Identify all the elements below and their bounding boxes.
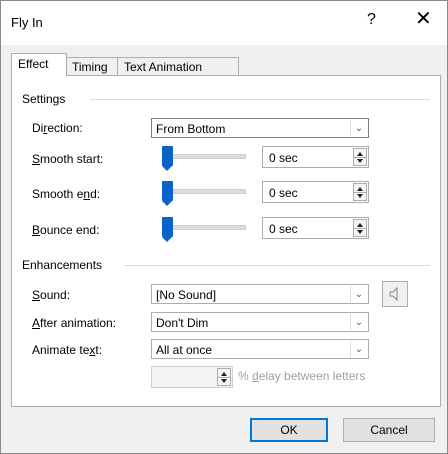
smooth-start-slider-thumb[interactable] <box>162 146 173 171</box>
after-animation-value: Don't Dim <box>156 316 209 330</box>
sound-dropdown[interactable]: [No Sound] ⌄ <box>151 284 369 304</box>
animate-text-dropdown[interactable]: All at once ⌄ <box>151 339 369 359</box>
letter-delay-label: % delay between letters <box>238 369 366 383</box>
smooth-start-label: Smooth start: <box>32 152 104 166</box>
tab-timing[interactable]: Timing <box>65 57 119 76</box>
after-animation-dropdown[interactable]: Don't Dim ⌄ <box>151 312 369 332</box>
animate-text-value: All at once <box>156 343 213 357</box>
smooth-end-slider-thumb[interactable] <box>162 181 173 206</box>
chevron-down-icon: ⌄ <box>350 286 367 302</box>
title-bar: Fly In ? ✕ <box>1 1 447 45</box>
help-button[interactable]: ? <box>367 11 376 29</box>
close-button[interactable]: ✕ <box>415 9 432 29</box>
direction-value: From Bottom <box>156 122 226 136</box>
cancel-button[interactable]: Cancel <box>343 418 435 442</box>
spinner-buttons[interactable] <box>217 368 231 386</box>
smooth-start-value: 0 sec <box>269 151 298 165</box>
sound-value: [No Sound] <box>156 288 217 302</box>
spinner-buttons[interactable] <box>353 148 367 166</box>
enhancements-group-label: Enhancements <box>22 258 107 272</box>
smooth-end-spinner[interactable]: 0 sec <box>262 181 369 203</box>
direction-label: Direction: <box>32 121 83 135</box>
ok-button[interactable]: OK <box>250 418 328 442</box>
after-animation-label: After animation: <box>32 316 117 330</box>
dialog-window: Fly In ? ✕ Effect Timing Text Animation … <box>0 0 448 454</box>
effect-panel: Settings Direction: From Bottom ⌄ Smooth… <box>11 75 441 407</box>
animate-text-label: Animate text: <box>32 343 103 357</box>
spinner-buttons[interactable] <box>353 219 367 237</box>
chevron-down-icon: ⌄ <box>350 120 367 136</box>
bounce-end-spinner[interactable]: 0 sec <box>262 217 369 239</box>
bounce-end-label: Bounce end: <box>32 223 100 237</box>
tab-effect[interactable]: Effect <box>11 53 67 76</box>
window-title: Fly In <box>11 15 43 30</box>
speaker-icon[interactable] <box>382 281 408 307</box>
tab-text-animation[interactable]: Text Animation <box>117 57 239 76</box>
smooth-start-spinner[interactable]: 0 sec <box>262 146 369 168</box>
bounce-end-value: 0 sec <box>269 222 298 236</box>
smooth-end-value: 0 sec <box>269 186 298 200</box>
settings-group-label: Settings <box>22 92 70 106</box>
letter-delay-spinner[interactable] <box>151 366 233 388</box>
smooth-start-slider-track <box>162 154 246 159</box>
enhancements-divider <box>124 265 430 266</box>
spinner-buttons[interactable] <box>353 183 367 201</box>
chevron-down-icon: ⌄ <box>350 341 367 357</box>
bounce-end-slider-track <box>162 225 246 230</box>
smooth-end-label: Smooth end: <box>32 187 101 201</box>
settings-divider <box>90 99 430 100</box>
direction-dropdown[interactable]: From Bottom ⌄ <box>151 118 369 138</box>
bounce-end-slider-thumb[interactable] <box>162 217 173 242</box>
sound-label: Sound: <box>32 288 71 302</box>
chevron-down-icon: ⌄ <box>350 314 367 330</box>
smooth-end-slider-track <box>162 189 246 194</box>
